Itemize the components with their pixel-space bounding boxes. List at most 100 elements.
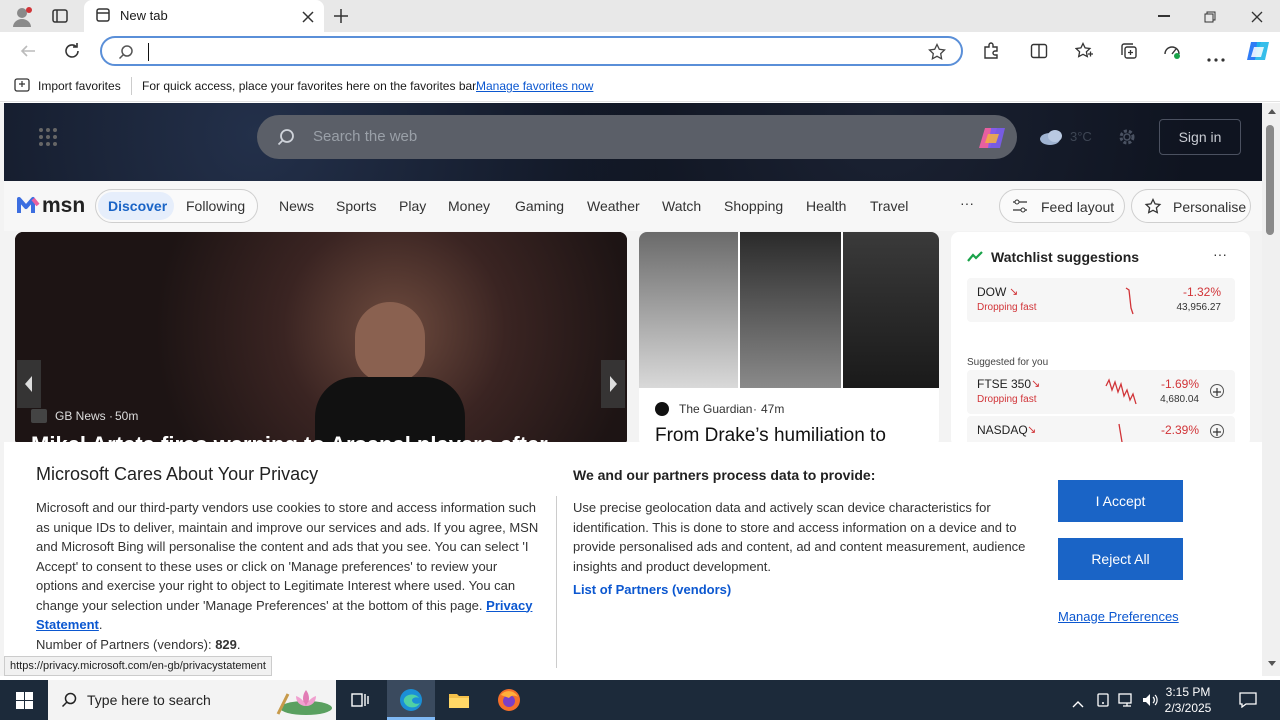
nav-gaming[interactable]: Gaming [515, 198, 564, 214]
import-favorites-icon[interactable] [14, 78, 30, 92]
manage-favorites-link[interactable]: Manage favorites now [476, 79, 593, 93]
task-view-icon[interactable] [350, 691, 370, 709]
nav-travel[interactable]: Travel [870, 198, 908, 214]
watchlist-row-ftse[interactable]: FTSE 350 ↘ Dropping fast -1.69% 4,680.04 [967, 370, 1235, 414]
nav-more-button[interactable]: ··· [960, 195, 974, 211]
tab-new-tab[interactable]: New tab [84, 0, 324, 32]
close-tab-icon[interactable] [302, 10, 314, 23]
favbar-divider [131, 77, 132, 95]
taskbar-search-placeholder: Type here to search [87, 692, 211, 708]
search-icon [118, 44, 134, 60]
taskbar-edge-button[interactable] [387, 680, 435, 720]
process-body: Use precise geolocation data and activel… [573, 500, 1026, 574]
file-explorer-icon[interactable] [448, 690, 470, 710]
nav-news[interactable]: News [279, 198, 314, 214]
import-favorites-button[interactable]: Import favorites [38, 79, 121, 93]
feed-layout-label: Feed layout [1041, 199, 1115, 215]
extensions-icon[interactable] [982, 42, 1000, 60]
windows-taskbar: Type here to search 3:15 PM 2/3/2025 [0, 680, 1280, 720]
search-highlight-icon [270, 686, 334, 716]
back-icon[interactable] [20, 43, 36, 59]
refresh-icon[interactable] [63, 42, 81, 60]
stocks-icon [967, 250, 983, 262]
list-of-partners-link[interactable]: List of Partners (vendors) [573, 582, 731, 597]
second-story-card[interactable]: The Guardian · 47m From Drake’s humiliat… [639, 232, 939, 447]
privacy-divider [556, 496, 557, 668]
profile-icon[interactable] [11, 6, 33, 28]
web-search-box[interactable]: Search the web [257, 115, 1017, 159]
nav-play[interactable]: Play [399, 198, 426, 214]
page-scrollbar[interactable] [1262, 103, 1280, 676]
collections-icon[interactable] [1120, 42, 1138, 60]
minimize-icon[interactable] [1158, 15, 1170, 17]
dropping-icon: ↘ [1009, 286, 1019, 298]
notifications-icon[interactable] [1239, 692, 1257, 709]
split-screen-icon[interactable] [1030, 42, 1048, 60]
accept-button[interactable]: I Accept [1058, 480, 1183, 522]
device-icon[interactable] [1096, 692, 1110, 708]
feed-layout-button[interactable]: Feed layout [999, 189, 1125, 223]
nav-health[interactable]: Health [806, 198, 846, 214]
stock-change: -1.69% [1160, 377, 1199, 391]
weather-cloud-icon[interactable] [1039, 129, 1065, 145]
stock-status: Dropping fast [977, 394, 1037, 405]
personalise-button[interactable]: Personalise [1131, 189, 1251, 223]
new-tab-plus-icon[interactable] [333, 8, 349, 24]
privacy-body-text: Microsoft and our third-party vendors us… [36, 500, 539, 613]
clock-time: 3:15 PM [1165, 685, 1211, 699]
scroll-thumb[interactable] [1266, 125, 1274, 235]
watchlist-title: Watchlist suggestions [991, 249, 1140, 265]
favorite-star-icon[interactable] [928, 42, 946, 61]
sign-in-button[interactable]: Sign in [1159, 119, 1241, 155]
windows-start-icon[interactable] [16, 692, 33, 709]
nav-shopping[interactable]: Shopping [724, 198, 783, 214]
address-bar[interactable] [100, 36, 963, 66]
reject-all-button[interactable]: Reject All [1058, 538, 1183, 580]
hero-story-card[interactable]: GB News · 50m Mikel Arteta fires warning… [15, 232, 627, 447]
second-age: 47m [761, 402, 785, 416]
restore-icon[interactable] [1204, 10, 1216, 23]
copilot-icon[interactable] [1245, 39, 1271, 63]
system-clock[interactable]: 3:15 PM 2/3/2025 [1158, 684, 1218, 716]
nav-sports[interactable]: Sports [336, 198, 376, 214]
carousel-next-button[interactable] [601, 360, 625, 408]
scroll-down-arrow[interactable] [1268, 661, 1276, 666]
apps-launcher-icon[interactable] [38, 127, 58, 147]
settings-gear-icon[interactable] [1117, 127, 1137, 147]
taskbar-search-box[interactable]: Type here to search [48, 680, 336, 720]
partners-count: 829 [215, 636, 237, 652]
tab-following[interactable]: Following [186, 198, 245, 214]
network-icon[interactable] [1118, 692, 1136, 708]
msn-logo-icon[interactable] [16, 193, 42, 217]
carousel-prev-button[interactable] [17, 360, 41, 408]
close-window-icon[interactable] [1251, 10, 1263, 23]
weather-temp[interactable]: 3°C [1070, 129, 1092, 144]
firefox-icon[interactable] [497, 688, 521, 712]
show-hidden-icons[interactable] [1072, 695, 1084, 708]
add-to-watchlist-icon[interactable] [1210, 424, 1224, 438]
settings-more-icon[interactable] [1207, 49, 1225, 62]
tab-actions-icon[interactable] [52, 8, 68, 24]
watchlist-row-dow[interactable]: DOW ↘ Dropping fast -1.32% 43,956.27 [967, 278, 1235, 322]
msn-page: Search the web 3°C Sign in msn Discover … [0, 103, 1262, 676]
personalise-icon [1144, 197, 1162, 216]
manage-preferences-link[interactable]: Manage Preferences [1058, 609, 1179, 624]
copilot-search-icon[interactable] [977, 124, 1007, 152]
favorites-icon[interactable] [1074, 41, 1093, 60]
clock-date: 2/3/2025 [1164, 701, 1212, 715]
second-source: The Guardian [679, 402, 753, 416]
performance-icon[interactable] [1163, 42, 1181, 60]
story-image-2 [740, 232, 841, 388]
scroll-up-arrow[interactable] [1268, 109, 1276, 114]
nav-money[interactable]: Money [448, 198, 490, 214]
nav-weather[interactable]: Weather [587, 198, 640, 214]
nav-watch[interactable]: Watch [662, 198, 701, 214]
web-search-placeholder: Search the web [313, 128, 418, 145]
tab-discover[interactable]: Discover [108, 198, 167, 214]
add-to-watchlist-icon[interactable] [1210, 384, 1224, 398]
privacy-body: Microsoft and our third-party vendors us… [36, 500, 539, 652]
tab-title: New tab [120, 8, 168, 23]
watchlist-more-button[interactable]: ··· [1213, 246, 1227, 262]
stock-name: FTSE 350 [977, 377, 1032, 391]
browser-toolbar [0, 32, 1280, 70]
